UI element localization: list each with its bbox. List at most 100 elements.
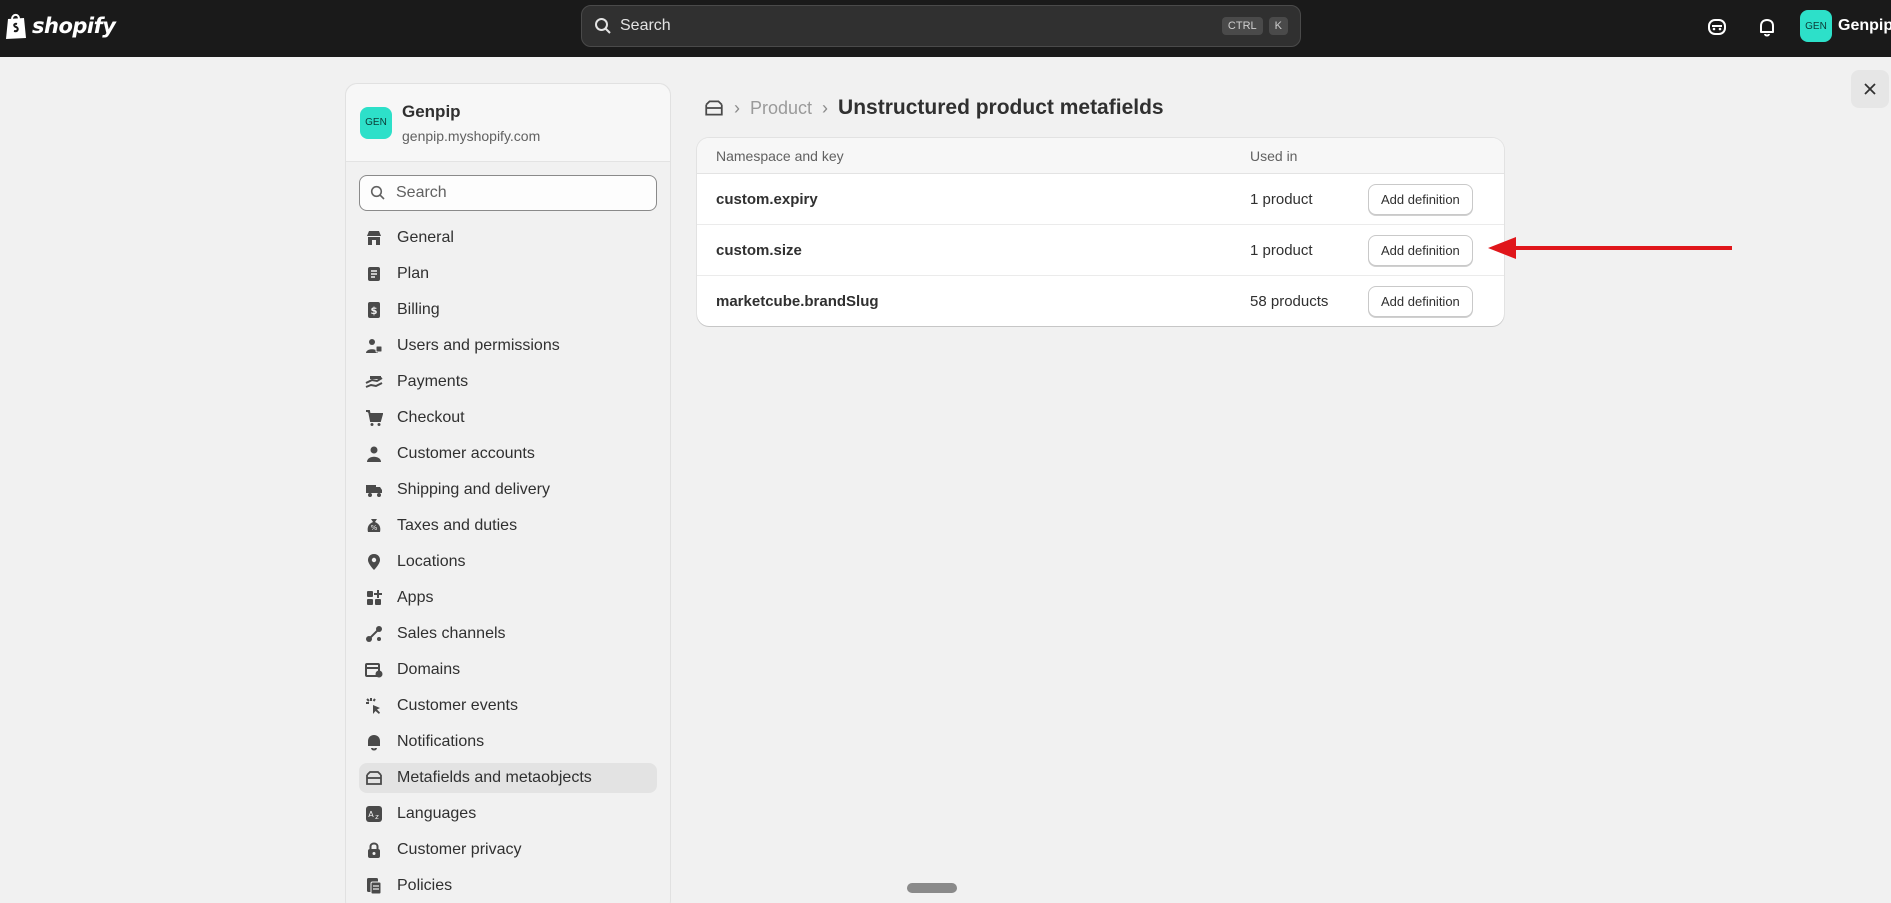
- metafield-key: custom.size: [716, 241, 802, 259]
- user-menu[interactable]: GEN Genpip: [1800, 10, 1891, 42]
- breadcrumb-separator: ›: [822, 97, 829, 118]
- bell-icon[interactable]: [1755, 15, 1779, 39]
- scroll-handle[interactable]: [907, 883, 957, 893]
- store-avatar: GEN: [360, 106, 392, 139]
- avatar: GEN: [1800, 10, 1832, 42]
- add-definition-button[interactable]: Add definition: [1368, 234, 1473, 266]
- sidebar-item-checkout[interactable]: Checkout: [359, 403, 657, 433]
- sidebar-item-label: Billing: [397, 301, 440, 318]
- sidebar-item-label: Sales channels: [397, 625, 506, 642]
- sidekick-icon[interactable]: [1705, 15, 1729, 39]
- sidebar-item-shipping[interactable]: Shipping and delivery: [359, 475, 657, 505]
- sidebar-item-label: Policies: [397, 877, 453, 894]
- sidebar-item-users[interactable]: Users and permissions: [359, 331, 657, 361]
- channels-icon: [366, 626, 382, 642]
- search-icon: [595, 18, 611, 34]
- sidebar-item-label: Languages: [397, 805, 477, 822]
- breadcrumb-separator: ›: [734, 97, 740, 118]
- sidebar-item-languages[interactable]: Az Languages: [359, 799, 657, 829]
- sidebar-item-taxes[interactable]: % Taxes and duties: [359, 511, 657, 541]
- shopify-bag-icon: [6, 13, 26, 39]
- shortcut-k-key: K: [1268, 17, 1288, 35]
- logo-text: shopify: [32, 14, 116, 38]
- metafields-icon[interactable]: [704, 98, 724, 118]
- sidebar-item-label: Checkout: [397, 409, 465, 426]
- used-in-count: 58 products: [1250, 293, 1329, 310]
- svg-text:A: A: [368, 810, 374, 819]
- payments-icon: [365, 376, 383, 388]
- sidebar-item-label: Domains: [397, 661, 461, 678]
- table-row: custom.size 1 product Add definition: [697, 225, 1504, 276]
- sidebar-item-general[interactable]: General: [359, 223, 657, 253]
- policies-icon: [367, 878, 382, 895]
- cart-icon: [366, 410, 383, 426]
- sidebar-item-notifications[interactable]: Notifications: [359, 727, 657, 757]
- person-icon: [367, 446, 381, 462]
- sidebar-item-plan[interactable]: Plan: [359, 259, 657, 289]
- sidebar-item-locations[interactable]: Locations: [359, 547, 657, 577]
- events-icon: [366, 698, 380, 714]
- table-row: custom.expiry 1 product Add definition: [697, 174, 1504, 225]
- sidebar-item-customer-privacy[interactable]: Customer privacy: [359, 835, 657, 865]
- annotation-arrow: [1488, 237, 1732, 259]
- sidebar-item-label: Locations: [397, 553, 466, 570]
- plan-icon: [368, 267, 380, 281]
- settings-sidebar: GEN Genpip genpip.myshopify.com Search G…: [345, 83, 671, 903]
- sidebar-item-billing[interactable]: $ Billing: [359, 295, 657, 325]
- global-search-placeholder: Search: [620, 17, 671, 34]
- metafield-key: marketcube.brandSlug: [716, 293, 879, 310]
- sidebar-item-customer-accounts[interactable]: Customer accounts: [359, 439, 657, 469]
- add-definition-button[interactable]: Add definition: [1368, 183, 1473, 215]
- user-name: Genpip: [1838, 17, 1891, 34]
- svg-text:$: $: [371, 306, 378, 317]
- used-in-count: 1 product: [1250, 190, 1313, 208]
- settings-search-input[interactable]: Search: [359, 175, 657, 211]
- close-button[interactable]: [1851, 70, 1889, 108]
- search-icon: [370, 185, 385, 200]
- column-header-used-in: Used in: [1250, 147, 1298, 164]
- used-in-count: 1 product: [1250, 241, 1313, 259]
- sidebar-item-label: Notifications: [397, 733, 485, 750]
- sidebar-item-sales-channels[interactable]: Sales channels: [359, 619, 657, 649]
- shopify-logo[interactable]: shopify: [4, 12, 116, 40]
- store-url: genpip.myshopify.com: [402, 127, 541, 144]
- store-header[interactable]: GEN Genpip genpip.myshopify.com: [346, 84, 670, 162]
- metafields-table: Namespace and key Used in custom.expiry …: [697, 138, 1504, 326]
- sidebar-item-metafields[interactable]: Metafields and metaobjects: [359, 763, 657, 793]
- domains-icon: [365, 663, 383, 678]
- sidebar-item-label: Customer accounts: [397, 445, 535, 462]
- sidebar-item-label: Users and permissions: [397, 337, 560, 354]
- sidebar-item-domains[interactable]: Domains: [359, 655, 657, 685]
- table-header: Namespace and key Used in: [697, 138, 1504, 174]
- metafields-icon: [366, 771, 382, 785]
- global-search-input[interactable]: Search CTRL K: [581, 5, 1301, 47]
- sidebar-item-label: Customer events: [397, 697, 518, 714]
- users-icon: [366, 339, 383, 353]
- column-header-namespace: Namespace and key: [716, 147, 844, 164]
- breadcrumb-product-link[interactable]: Product: [750, 98, 812, 119]
- tax-icon: %: [367, 519, 381, 532]
- sidebar-item-label: Customer privacy: [397, 841, 522, 858]
- page-title: Unstructured product metafields: [838, 96, 1164, 119]
- sidebar-item-label: Plan: [397, 265, 430, 282]
- lock-icon: [368, 842, 380, 858]
- sidebar-item-label: Apps: [397, 589, 434, 606]
- sidebar-item-label: Taxes and duties: [397, 517, 518, 534]
- add-definition-button[interactable]: Add definition: [1368, 286, 1473, 317]
- apps-icon: [367, 590, 382, 605]
- truck-icon: [366, 485, 382, 497]
- sidebar-item-customer-events[interactable]: Customer events: [359, 691, 657, 721]
- sidebar-item-label: Shipping and delivery: [397, 481, 550, 498]
- settings-nav: General Plan $ Billing Users and permiss…: [346, 223, 670, 901]
- sidebar-item-label: Metafields and metaobjects: [397, 769, 592, 786]
- sidebar-item-policies[interactable]: Policies: [359, 871, 657, 901]
- sidebar-item-label: General: [397, 229, 454, 246]
- billing-icon: $: [368, 302, 380, 318]
- store-name: Genpip: [402, 101, 461, 121]
- sidebar-item-payments[interactable]: Payments: [359, 367, 657, 397]
- store-icon: [367, 231, 381, 245]
- breadcrumb: › Product › Unstructured product metafie…: [704, 96, 1164, 120]
- svg-text:z: z: [375, 813, 379, 821]
- location-icon: [368, 554, 380, 570]
- sidebar-item-apps[interactable]: Apps: [359, 583, 657, 613]
